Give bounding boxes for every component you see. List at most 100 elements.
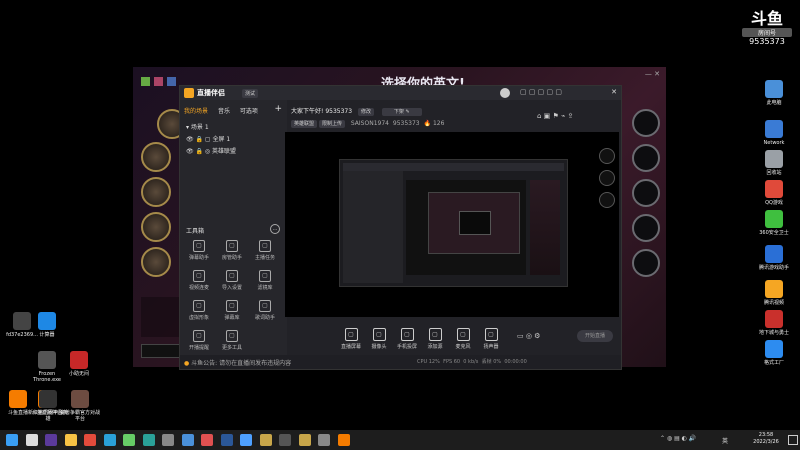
tool-label: 弹幕库 <box>224 315 240 321</box>
league-icon[interactable] <box>259 434 272 446</box>
game-icon[interactable] <box>279 434 291 446</box>
tools-title: 工具箱 <box>186 228 205 235</box>
source-item[interactable]: 👁 🔒 ▢ 全屏 1 <box>186 134 230 143</box>
live-preview[interactable] <box>285 132 619 317</box>
screen-icon: ▢ <box>344 328 358 341</box>
champion-slot[interactable] <box>141 247 171 277</box>
premiere-icon[interactable] <box>45 434 57 446</box>
scene-group[interactable]: ▾ 场景 1 <box>186 122 209 131</box>
download-icon[interactable] <box>240 434 252 446</box>
edge-icon[interactable] <box>103 434 116 446</box>
more-icon: ▢ <box>226 330 238 342</box>
tool-item[interactable]: ▢ 房管助手 <box>219 240 245 261</box>
user-avatar[interactable] <box>500 88 510 98</box>
taskbar: ⌃ ◍ ▤ ◐ 🔊 英 23:58 2022/3/26 <box>0 430 800 450</box>
control-label: 扬声器 <box>483 344 499 350</box>
control-button[interactable]: ▢ 扬声器 <box>477 328 505 350</box>
close-icon[interactable]: ✕ <box>654 70 660 78</box>
control-label: 麦克风 <box>455 344 471 350</box>
clock[interactable]: 23:58 2022/3/26 <box>748 432 784 446</box>
language-indicator[interactable]: 英 <box>722 436 728 445</box>
desktop-icon[interactable]: 回收站 <box>752 150 796 176</box>
desktop-icon[interactable]: 小助无间 <box>57 351 101 377</box>
douyu-icon[interactable] <box>337 434 350 446</box>
control-button[interactable]: ▢ 手机投屏 <box>393 328 421 350</box>
room-tags: 英雄联盟 限制上传 SAISON1974 9535373 🔥 126 <box>291 120 491 128</box>
tab-options[interactable]: 可选项 <box>240 108 258 115</box>
control-button[interactable]: ▢ 麦克风 <box>449 328 477 350</box>
close-icon[interactable]: ✕ <box>611 88 617 96</box>
bottom-controls: ▢ 直播屏幕 ▢ 摄像头 ▢ 手机投屏 ▢ 添加源 ▢ 麦克风 ▢ 扬声器 ▭ ◎ ⚙ 开始直播 <box>337 328 617 352</box>
category-tag[interactable]: 英雄联盟 <box>291 120 318 128</box>
tool-item[interactable]: ▢ 更多工具 <box>219 330 245 351</box>
start-live-button[interactable]: 开始直播 <box>577 330 613 342</box>
desktop-icon[interactable]: 腾讯视频 <box>752 280 796 306</box>
desktop-icon[interactable]: 360安全卫士 <box>752 210 796 236</box>
chat-input[interactable] <box>141 344 183 358</box>
enemy-slot <box>632 109 660 137</box>
desktop-icon[interactable]: 地下城与勇士 <box>752 310 796 336</box>
desktop-icon[interactable]: 腾讯游戏助手 <box>752 245 796 271</box>
champion-slot[interactable] <box>141 142 171 172</box>
rank-tag[interactable]: 限制上传 <box>318 120 345 128</box>
tool-item[interactable]: ▢ 滤镜库 <box>252 270 278 291</box>
desktop-icon-label: 计算器 <box>39 332 55 338</box>
notice-icon: ● <box>184 360 190 367</box>
desktop-icon[interactable]: 魔兽争霸官方对战平台 <box>58 390 102 422</box>
app-icon[interactable] <box>201 434 213 446</box>
tab-scene[interactable]: 我的场景 <box>184 108 208 115</box>
status-bar: CPU 12% FPS 60 0 kb/s 丢帧 0% 00:00:00 <box>417 358 617 365</box>
desktop-icon[interactable]: 此电脑 <box>752 80 796 106</box>
tool-item[interactable]: ▢ 主播任务 <box>252 240 278 261</box>
hot-count: 126 <box>432 120 445 127</box>
mail-icon[interactable] <box>181 434 194 446</box>
drop-stat: 丢帧 0% <box>481 359 502 365</box>
notification-icon[interactable] <box>788 435 798 445</box>
word-icon[interactable] <box>220 434 233 446</box>
source-item[interactable]: 👁 🔒 ◎ 英雄联盟 <box>186 146 236 155</box>
video-icon <box>765 280 783 298</box>
tool-item[interactable]: ▢ 导入设置 <box>219 270 245 291</box>
windows-start-icon[interactable] <box>6 434 18 446</box>
tool-item[interactable]: ▢ 视频连麦 <box>186 270 212 291</box>
tool-item[interactable]: ▢ 弹幕库 <box>219 300 245 321</box>
minimize-icon[interactable]: — <box>645 70 652 78</box>
enemy-slot <box>632 249 660 277</box>
tool-item[interactable]: ▢ 歌词助手 <box>252 300 278 321</box>
desktop-icon[interactable]: QQ游戏 <box>752 180 796 206</box>
library-icon: ▢ <box>226 300 238 312</box>
desktop-icon-label: 腾讯游戏助手 <box>758 265 789 271</box>
title-bar: 直播伴侣 测试 ▢ ▢ ▢ ▢ ▢ ✕ <box>180 86 621 100</box>
control-button[interactable]: ▢ 添加源 <box>421 328 449 350</box>
control-button[interactable]: ▢ 直播屏幕 <box>337 328 365 350</box>
app-icon[interactable] <box>123 434 135 446</box>
douyu-watermark: 斗鱼 房间号 9535373 <box>742 10 792 46</box>
tool-item[interactable]: ▢ 开播提醒 <box>186 330 212 351</box>
chrome-icon[interactable] <box>84 434 96 446</box>
camera-icon: ▢ <box>372 328 386 341</box>
room-id: 9535373 <box>325 108 353 115</box>
desktop-icon[interactable]: 格式工厂 <box>752 340 796 366</box>
tool-item[interactable]: ▢ 弹幕助手 <box>186 240 212 261</box>
tool-item[interactable]: ▢ 虚拟形象 <box>186 300 212 321</box>
game-icon[interactable] <box>162 434 174 446</box>
app-icon[interactable] <box>142 434 155 446</box>
search-icon[interactable] <box>25 434 38 446</box>
tab-music[interactable]: 音乐 <box>218 108 230 115</box>
file-explorer-icon[interactable] <box>64 434 77 446</box>
status-dropdown[interactable]: 下架 ✎ <box>381 108 422 116</box>
control-button[interactable]: ▢ 摄像头 <box>365 328 393 350</box>
folder-icon[interactable] <box>298 434 311 446</box>
control-label: 直播屏幕 <box>340 344 361 350</box>
control-label: 摄像头 <box>371 344 387 350</box>
desktop-icon[interactable]: Network <box>752 120 796 146</box>
header-icons: ⌂ ▣ ⚑ ⌁ ⇪ <box>537 112 574 120</box>
app-icon[interactable] <box>318 434 330 446</box>
champion-slot[interactable] <box>141 177 171 207</box>
add-icon[interactable]: + <box>274 104 282 114</box>
champion-slot[interactable] <box>141 212 171 242</box>
tools-more-icon[interactable]: … <box>270 224 280 234</box>
warcraft-icon <box>38 351 56 369</box>
edit-button[interactable]: 修改 <box>357 108 374 116</box>
desktop-icon[interactable]: 计算器 <box>25 312 69 338</box>
